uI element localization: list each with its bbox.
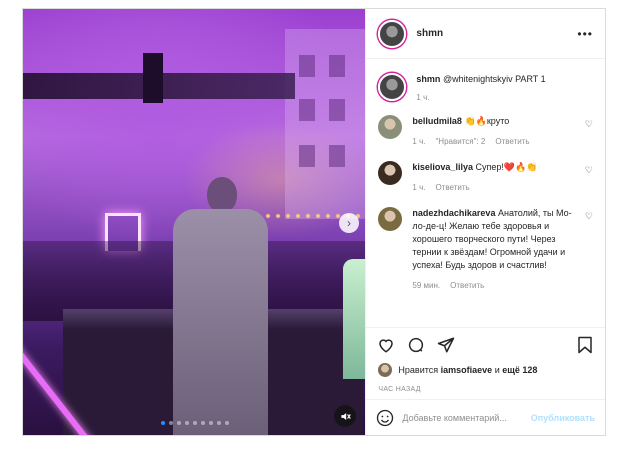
comment-likes[interactable]: "Нравится": 2 bbox=[435, 135, 485, 148]
comment-button[interactable] bbox=[406, 335, 426, 355]
dj-body bbox=[173, 209, 268, 435]
building-window bbox=[299, 55, 315, 77]
avatar[interactable] bbox=[378, 115, 403, 139]
avatar[interactable] bbox=[378, 73, 407, 101]
comment-input[interactable] bbox=[402, 412, 531, 423]
carousel-dot bbox=[224, 421, 229, 425]
comment-message: 👏🔥круто bbox=[464, 116, 510, 126]
comment-body: nadezhdachikareva Анатолий, ты Мо-ло-де-… bbox=[412, 207, 572, 292]
carousel-dot bbox=[216, 421, 221, 425]
comment-body: belludmila8 👏🔥круто 1 ч. "Нравится": 2 О… bbox=[412, 115, 572, 148]
dj-head bbox=[207, 177, 237, 213]
background-building bbox=[285, 29, 366, 219]
building-window bbox=[329, 99, 345, 121]
post-timestamp: ЧАС НАЗАД bbox=[378, 385, 421, 393]
author-username[interactable]: shmn bbox=[416, 28, 443, 39]
likes-count[interactable]: ещё 128 bbox=[502, 365, 537, 375]
comment-body: kiseliova_lilya Супер!❤️🔥👏 1 ч. Ответить bbox=[412, 161, 572, 194]
caption: shmn @whitenightskyiv PART 1 1 ч. bbox=[378, 73, 593, 102]
avatar[interactable] bbox=[378, 207, 403, 231]
side-figure bbox=[343, 259, 366, 379]
share-button[interactable] bbox=[436, 335, 456, 355]
add-comment-bar: Опубликовать bbox=[366, 399, 605, 435]
like-button[interactable] bbox=[376, 335, 396, 355]
heart-icon[interactable]: ♡ bbox=[585, 211, 593, 222]
comment-username[interactable]: kiseliova_lilya bbox=[412, 162, 473, 172]
comment-username[interactable]: belludmila8 bbox=[412, 116, 462, 126]
building-window bbox=[299, 99, 315, 121]
comment-message: Супер!❤️🔥👏 bbox=[475, 162, 538, 172]
post-media[interactable]: › bbox=[23, 9, 366, 435]
chevron-right-icon: › bbox=[347, 216, 351, 230]
post-sidebar: shmn ••• shmn @whitenightskyiv PART 1 1 … bbox=[365, 9, 605, 435]
dj-figure bbox=[173, 177, 268, 435]
publish-button[interactable]: Опубликовать bbox=[531, 413, 595, 423]
action-bar bbox=[366, 327, 605, 361]
avatar[interactable] bbox=[378, 19, 407, 48]
save-button[interactable] bbox=[575, 335, 595, 355]
emoji-button[interactable] bbox=[376, 409, 394, 427]
more-horizontal-icon[interactable]: ••• bbox=[577, 27, 593, 41]
carousel-dot bbox=[208, 421, 213, 425]
caption-time: 1 ч. bbox=[416, 93, 430, 102]
volume-mute-icon bbox=[340, 412, 351, 420]
share-icon bbox=[438, 337, 455, 352]
comment-text: nadezhdachikareva Анатолий, ты Мо-ло-де-… bbox=[412, 207, 572, 272]
comment-username[interactable]: nadezhdachikareva bbox=[412, 208, 495, 218]
heart-icon[interactable]: ♡ bbox=[585, 165, 593, 176]
likes-prefix: Нравится bbox=[398, 365, 439, 375]
reply-button[interactable]: Ответить bbox=[450, 279, 484, 292]
carousel-indicator bbox=[23, 421, 365, 425]
heart-icon[interactable]: ♡ bbox=[585, 119, 593, 130]
reply-button[interactable]: Ответить bbox=[495, 135, 529, 148]
likes-suffix: и bbox=[494, 365, 500, 375]
caption-text: shmn @whitenightskyiv PART 1 bbox=[416, 73, 545, 86]
comment-meta: 1 ч. "Нравится": 2 Ответить bbox=[412, 135, 572, 148]
reply-button[interactable]: Ответить bbox=[435, 181, 469, 194]
comment-time: 1 ч. bbox=[412, 137, 426, 146]
comment-text: kiseliova_lilya Супер!❤️🔥👏 bbox=[412, 161, 572, 174]
carousel-dot bbox=[200, 421, 205, 425]
likes-user[interactable]: iamsofiaeve bbox=[441, 365, 493, 375]
comment-icon bbox=[409, 337, 424, 352]
carousel-dot bbox=[160, 421, 165, 425]
comment-item: kiseliova_lilya Супер!❤️🔥👏 1 ч. Ответить… bbox=[378, 161, 593, 194]
next-slide-button[interactable]: › bbox=[339, 213, 359, 233]
heart-icon bbox=[379, 338, 394, 353]
stage-post bbox=[143, 53, 163, 103]
building-window bbox=[329, 55, 345, 77]
carousel-dot bbox=[184, 421, 189, 425]
avatar bbox=[378, 363, 393, 377]
building-window bbox=[329, 145, 345, 167]
comment-item: nadezhdachikareva Анатолий, ты Мо-ло-де-… bbox=[378, 207, 593, 292]
post-modal: › shmn ••• shmn @whitenightskyiv PART 1 bbox=[22, 8, 606, 436]
comment-meta: 59 мин. Ответить bbox=[412, 279, 572, 292]
comment-text: belludmila8 👏🔥круто bbox=[412, 115, 572, 128]
likes-summary: Нравится iamsofiaeve и ещё 128 bbox=[366, 361, 605, 379]
post-header: shmn ••• bbox=[366, 9, 605, 59]
building-window bbox=[299, 145, 315, 167]
caption-body[interactable]: @whitenightskyiv PART 1 bbox=[443, 74, 546, 84]
emoji-icon bbox=[377, 409, 394, 426]
comment-time: 1 ч. bbox=[412, 183, 426, 192]
carousel-dot bbox=[192, 421, 197, 425]
caption-username[interactable]: shmn bbox=[416, 74, 440, 84]
carousel-dot bbox=[176, 421, 181, 425]
comment-time: 59 мин. bbox=[412, 281, 441, 290]
comment-meta: 1 ч. Ответить bbox=[412, 181, 572, 194]
bookmark-icon bbox=[578, 336, 592, 353]
carousel-dot bbox=[168, 421, 173, 425]
avatar[interactable] bbox=[378, 161, 403, 185]
comments-list: shmn @whitenightskyiv PART 1 1 ч. bellud… bbox=[366, 59, 605, 327]
comment-item: belludmila8 👏🔥круто 1 ч. "Нравится": 2 О… bbox=[378, 115, 593, 148]
